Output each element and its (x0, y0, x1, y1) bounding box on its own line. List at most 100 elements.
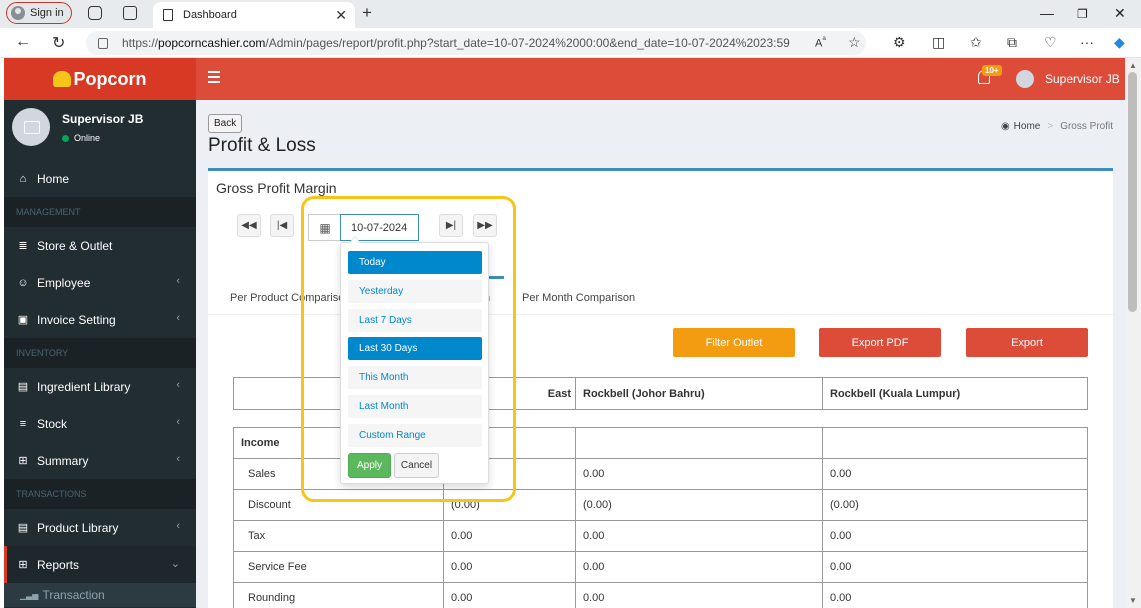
table-cell (822, 427, 1088, 459)
sidebar-item-stock[interactable]: ≡ Stock ‹ (4, 405, 196, 442)
sidebar-item-label: Product Library (37, 520, 119, 535)
table-cell: 0.00 (575, 458, 823, 490)
extensions-icon[interactable]: ⚙ (893, 34, 906, 51)
url-field[interactable]: https://popcorncashier.com/Admin/pages/r… (86, 31, 866, 55)
sidebar-item-store-outlet[interactable]: ≣ Store & Outlet (4, 227, 196, 264)
bar-chart-icon: ▁▃▅ (20, 590, 39, 600)
status-label: Online (74, 133, 101, 143)
book-icon: ▤ (17, 381, 29, 393)
breadcrumb: ◉ Home > Gross Profit (1001, 121, 1113, 132)
sidebar-item-label: Transaction (42, 588, 105, 602)
sidebar-item-invoice-setting[interactable]: ▣ Invoice Setting ‹ (4, 301, 196, 338)
first-period-button[interactable]: ◀◀ (237, 214, 261, 237)
close-tab-icon[interactable]: ✕ (335, 7, 347, 24)
tab-per-month[interactable]: Per Month Comparison (522, 292, 635, 304)
filter-outlet-button[interactable]: Filter Outlet (673, 328, 795, 357)
page-icon (163, 9, 173, 21)
table-cell: 0.00 (822, 582, 1088, 608)
sidebar-item-summary[interactable]: ⊞ Summary ‹ (4, 442, 196, 479)
url-host: popcorncashier.com (158, 36, 266, 50)
restore-icon[interactable]: ❐ (1077, 7, 1088, 21)
back-arrow-icon[interactable]: ← (15, 33, 31, 51)
notification-badge: 10+ (982, 65, 1002, 76)
sidebar-item-transaction[interactable]: ▁▃▅ Transaction (4, 583, 196, 607)
sidebar: Popcorn Supervisor JB Online ⌂ Home MANAGE… (4, 58, 196, 608)
sidebar-item-label: Stock (37, 416, 68, 431)
column-header: Rockbell (Kuala Lumpur) (822, 377, 1088, 410)
table-row: Rounding 0.00 0.00 0.00 (233, 582, 1088, 608)
annotation-highlight-box (301, 196, 516, 502)
tab-dashboard[interactable]: Dashboard ✕ (153, 2, 355, 28)
table-row: Service Fee 0.00 0.00 0.00 (233, 551, 1088, 583)
sidebar-item-label: Store & Outlet (37, 238, 113, 253)
collections-icon[interactable]: ⧉ (1007, 34, 1017, 51)
sidebar-item-home[interactable]: ⌂ Home (4, 160, 196, 197)
previous-period-button[interactable]: |◀ (270, 214, 294, 237)
scrollbar-thumb[interactable] (1128, 72, 1137, 312)
tab-actions-icon[interactable] (123, 6, 137, 20)
table-cell: 0.00 (575, 551, 823, 583)
sidebar-menu: ⌂ Home MANAGEMENT ≣ Store & Outlet ☺ Employee ‹… (4, 160, 196, 607)
user-menu[interactable]: Supervisor JB (1016, 70, 1120, 88)
sidebar-item-label: Summary (37, 453, 89, 468)
avatar (12, 108, 50, 146)
refresh-icon[interactable]: ↻ (52, 33, 65, 53)
row-label: Tax (233, 520, 444, 552)
back-button[interactable]: Back (208, 114, 243, 133)
sidebar-item-product-library[interactable]: ▤ Product Library ‹ (4, 509, 196, 546)
dashboard-icon: ◉ (1000, 121, 1010, 132)
page-title: Profit & Loss (208, 135, 316, 156)
sidebar-item-reports[interactable]: ⊞ Reports ⌄ (4, 546, 196, 583)
table-cell: 0.00 (822, 458, 1088, 490)
table-cell: 0.00 (443, 551, 576, 583)
workspaces-icon[interactable] (88, 6, 102, 20)
chevron-left-icon: ‹ (176, 453, 180, 465)
copilot-icon[interactable]: ◆ (1114, 34, 1125, 51)
popcorn-icon (53, 71, 72, 87)
row-label: Rounding (233, 582, 444, 608)
sign-in-button[interactable]: Sign in (6, 2, 72, 24)
box-title: Gross Profit Margin (216, 180, 337, 196)
scroll-down-icon[interactable]: ▼ (1129, 596, 1137, 605)
user-status: Online (62, 133, 100, 143)
split-screen-icon[interactable]: ◫ (932, 34, 945, 51)
avatar (1016, 70, 1034, 88)
sign-in-label: Sign in (30, 7, 64, 19)
address-bar: ← ↻ https://popcorncashier.com/Admin/pag… (0, 28, 1141, 58)
book-icon: ▤ (17, 522, 29, 534)
breadcrumb-home[interactable]: Home (1014, 121, 1041, 132)
menu-toggle-icon[interactable] (208, 71, 220, 86)
top-navbar: 10+ Supervisor JB (196, 58, 1125, 100)
url-path: /Admin/pages/report/profit.php?start_dat… (265, 36, 790, 50)
sidebar-item-label: Reports (37, 557, 80, 572)
invoice-icon: ▣ (17, 314, 29, 326)
table-cell: 0.00 (575, 520, 823, 552)
read-aloud-icon[interactable]: Aᵃ (815, 34, 826, 50)
more-menu-icon[interactable]: ··· (1080, 34, 1094, 50)
table-cell (575, 427, 823, 459)
breadcrumb-current: Gross Profit (1060, 121, 1113, 132)
table-cell: (0.00) (822, 489, 1088, 521)
minimize-icon[interactable]: — (1040, 5, 1054, 21)
table-icon: ⊞ (18, 455, 28, 467)
brand-logo[interactable]: Popcorn (4, 58, 196, 100)
chevron-left-icon: ‹ (176, 275, 180, 287)
topbar-user-name: Supervisor JB (1045, 72, 1120, 86)
sidebar-item-employee[interactable]: ☺ Employee ‹ (4, 264, 196, 301)
bank-icon: ≣ (18, 240, 28, 252)
close-window-icon[interactable]: ✕ (1114, 5, 1126, 22)
sidebar-section-header: INVENTORY (4, 338, 196, 368)
export-pdf-button[interactable]: Export PDF (819, 328, 941, 357)
new-tab-icon[interactable]: + (362, 3, 372, 23)
chevron-left-icon: ‹ (176, 312, 180, 324)
browser-tab-bar: Sign in Dashboard ✕ + — ❐ ✕ (0, 0, 1141, 28)
table-cell: 0.00 (443, 582, 576, 608)
export-button[interactable]: Export (966, 328, 1088, 357)
scroll-up-icon[interactable]: ▲ (1129, 61, 1137, 70)
page-scrollbar[interactable]: ▲ ▼ (1125, 58, 1141, 608)
favorites-icon[interactable]: ✩ (970, 34, 982, 51)
database-icon: ≡ (19, 417, 27, 430)
favorite-star-icon[interactable]: ☆ (848, 34, 861, 51)
browser-essentials-icon[interactable]: ♡ (1044, 34, 1057, 51)
sidebar-item-ingredient-library[interactable]: ▤ Ingredient Library ‹ (4, 368, 196, 405)
